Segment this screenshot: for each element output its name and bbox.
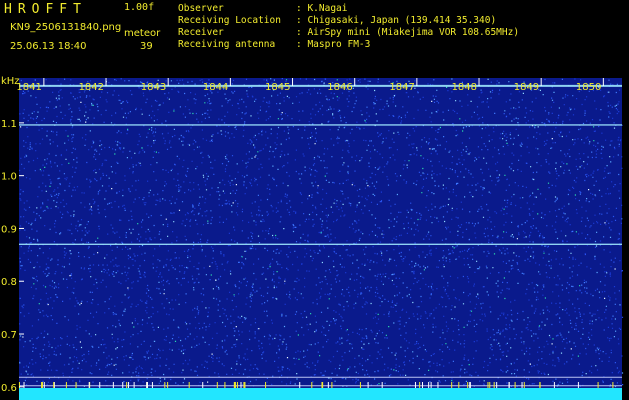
y-tick-label: 0.7 xyxy=(1,330,17,341)
x-tick-label: 1850 xyxy=(576,82,601,93)
y-tick-label: 1.0 xyxy=(1,172,17,183)
y-tick-label: 0.6 xyxy=(1,383,17,394)
spectrogram-chart: 1841 1842 1843 1844 1845 1846 1847 1848 1849 1850… xyxy=(1,76,624,400)
x-tick-label: 1849 xyxy=(514,82,539,93)
x-tick-label: 1845 xyxy=(265,82,290,93)
x-tick-label: 1843 xyxy=(141,82,166,93)
y-tick-label: 0.8 xyxy=(1,277,17,288)
x-tick-label: 1841 xyxy=(16,82,41,93)
y-unit-label: kHz xyxy=(1,76,20,87)
x-tick-label: 1846 xyxy=(327,82,352,93)
y-tick-label: 0.9 xyxy=(1,224,17,235)
x-tick-label: 1842 xyxy=(79,82,104,93)
hrofft-window: HROFFT 1.00f KN9_2506131840.png 25.06.13… xyxy=(0,0,629,400)
y-tick-label: 1.1 xyxy=(1,119,17,130)
x-tick-label: 1848 xyxy=(452,82,477,93)
x-tick-label: 1844 xyxy=(203,82,228,93)
ground-band-fill xyxy=(19,388,622,400)
plot-background xyxy=(19,78,622,400)
x-tick-label: 1847 xyxy=(389,82,414,93)
